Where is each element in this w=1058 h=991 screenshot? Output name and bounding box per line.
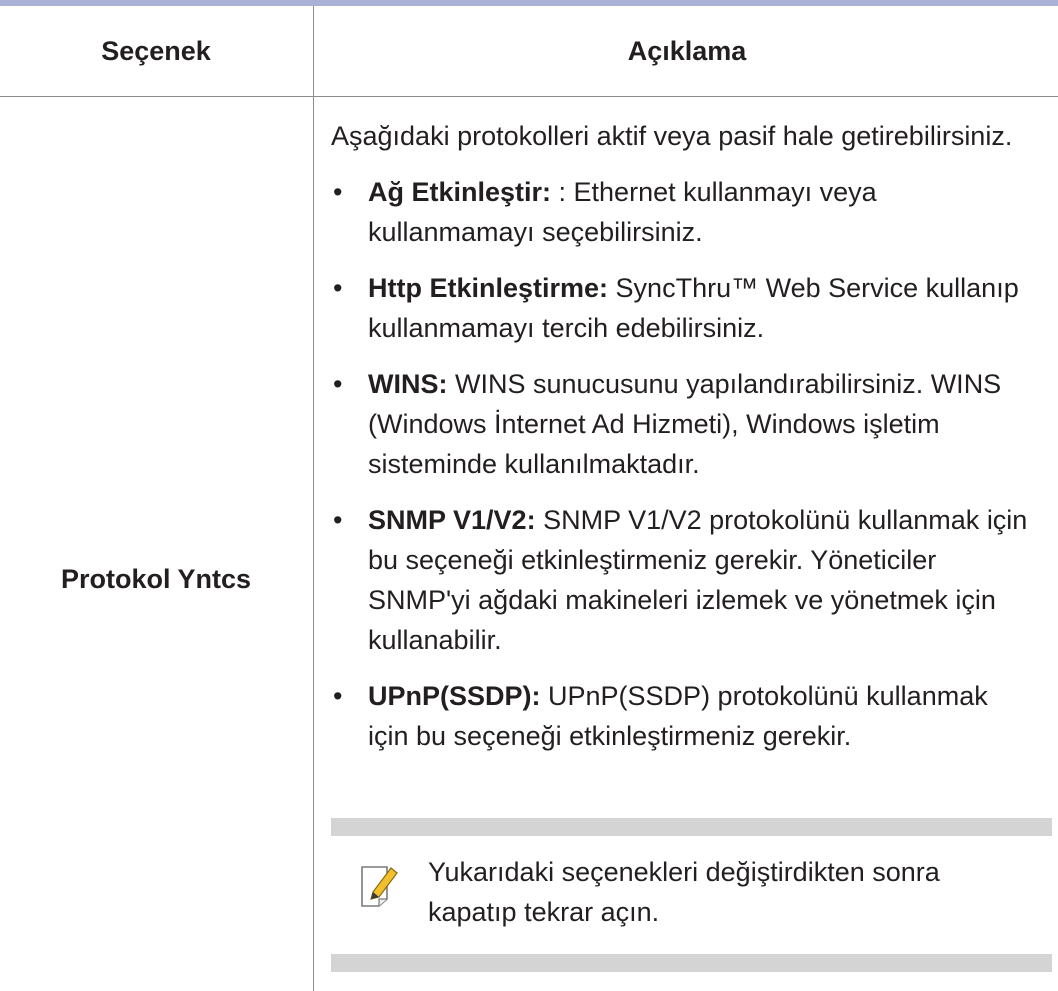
list-item: • Http Etkinleştirme: SyncThru™ Web Serv… [331, 268, 1031, 348]
bullet-icon: • [333, 681, 343, 711]
description-cell: Aşağıdaki protokolleri aktif veya pasif … [331, 116, 1031, 756]
list-item: • WINS: WINS sunucusunu yapılandırabilir… [331, 364, 1031, 484]
item-term: SNMP V1/V2: [368, 505, 536, 535]
item-term: Http Etkinleştirme: [368, 273, 609, 303]
list-item: • UPnP(SSDP): UPnP(SSDP) protokolünü kul… [331, 676, 1031, 756]
item-term: Ağ Etkinleştir: [368, 177, 552, 207]
item-term: WINS: [368, 369, 448, 399]
header-option: Seçenek [101, 35, 211, 66]
options-table: Seçenek Açıklama Protokol Yntcs Aşağıdak… [0, 0, 1058, 991]
protocol-list: • Ağ Etkinleştir: : Ethernet kullanmayı … [331, 172, 1031, 756]
list-item: • Ağ Etkinleştir: : Ethernet kullanmayı … [331, 172, 1031, 252]
note-text: Yukarıdaki seçenekleri değiştirdikten so… [428, 857, 940, 927]
bullet-icon: • [333, 505, 343, 535]
note-box: Yukarıdaki seçenekleri değiştirdikten so… [331, 818, 1052, 972]
bullet-icon: • [333, 177, 343, 207]
header-description: Açıklama [627, 35, 747, 66]
item-text: WINS sunucusunu yapılandırabilirsiniz. W… [368, 369, 1002, 479]
column-divider [313, 6, 314, 991]
option-cell: Protokol Yntcs [0, 97, 312, 991]
list-item: • SNMP V1/V2: SNMP V1/V2 protokolünü kul… [331, 500, 1031, 660]
option-name: Protokol Yntcs [60, 563, 252, 594]
description-intro: Aşağıdaki protokolleri aktif veya pasif … [331, 121, 1013, 151]
bullet-icon: • [333, 369, 343, 399]
note-pencil-icon [359, 862, 401, 908]
bullet-icon: • [333, 273, 343, 303]
item-term: UPnP(SSDP): [368, 681, 541, 711]
